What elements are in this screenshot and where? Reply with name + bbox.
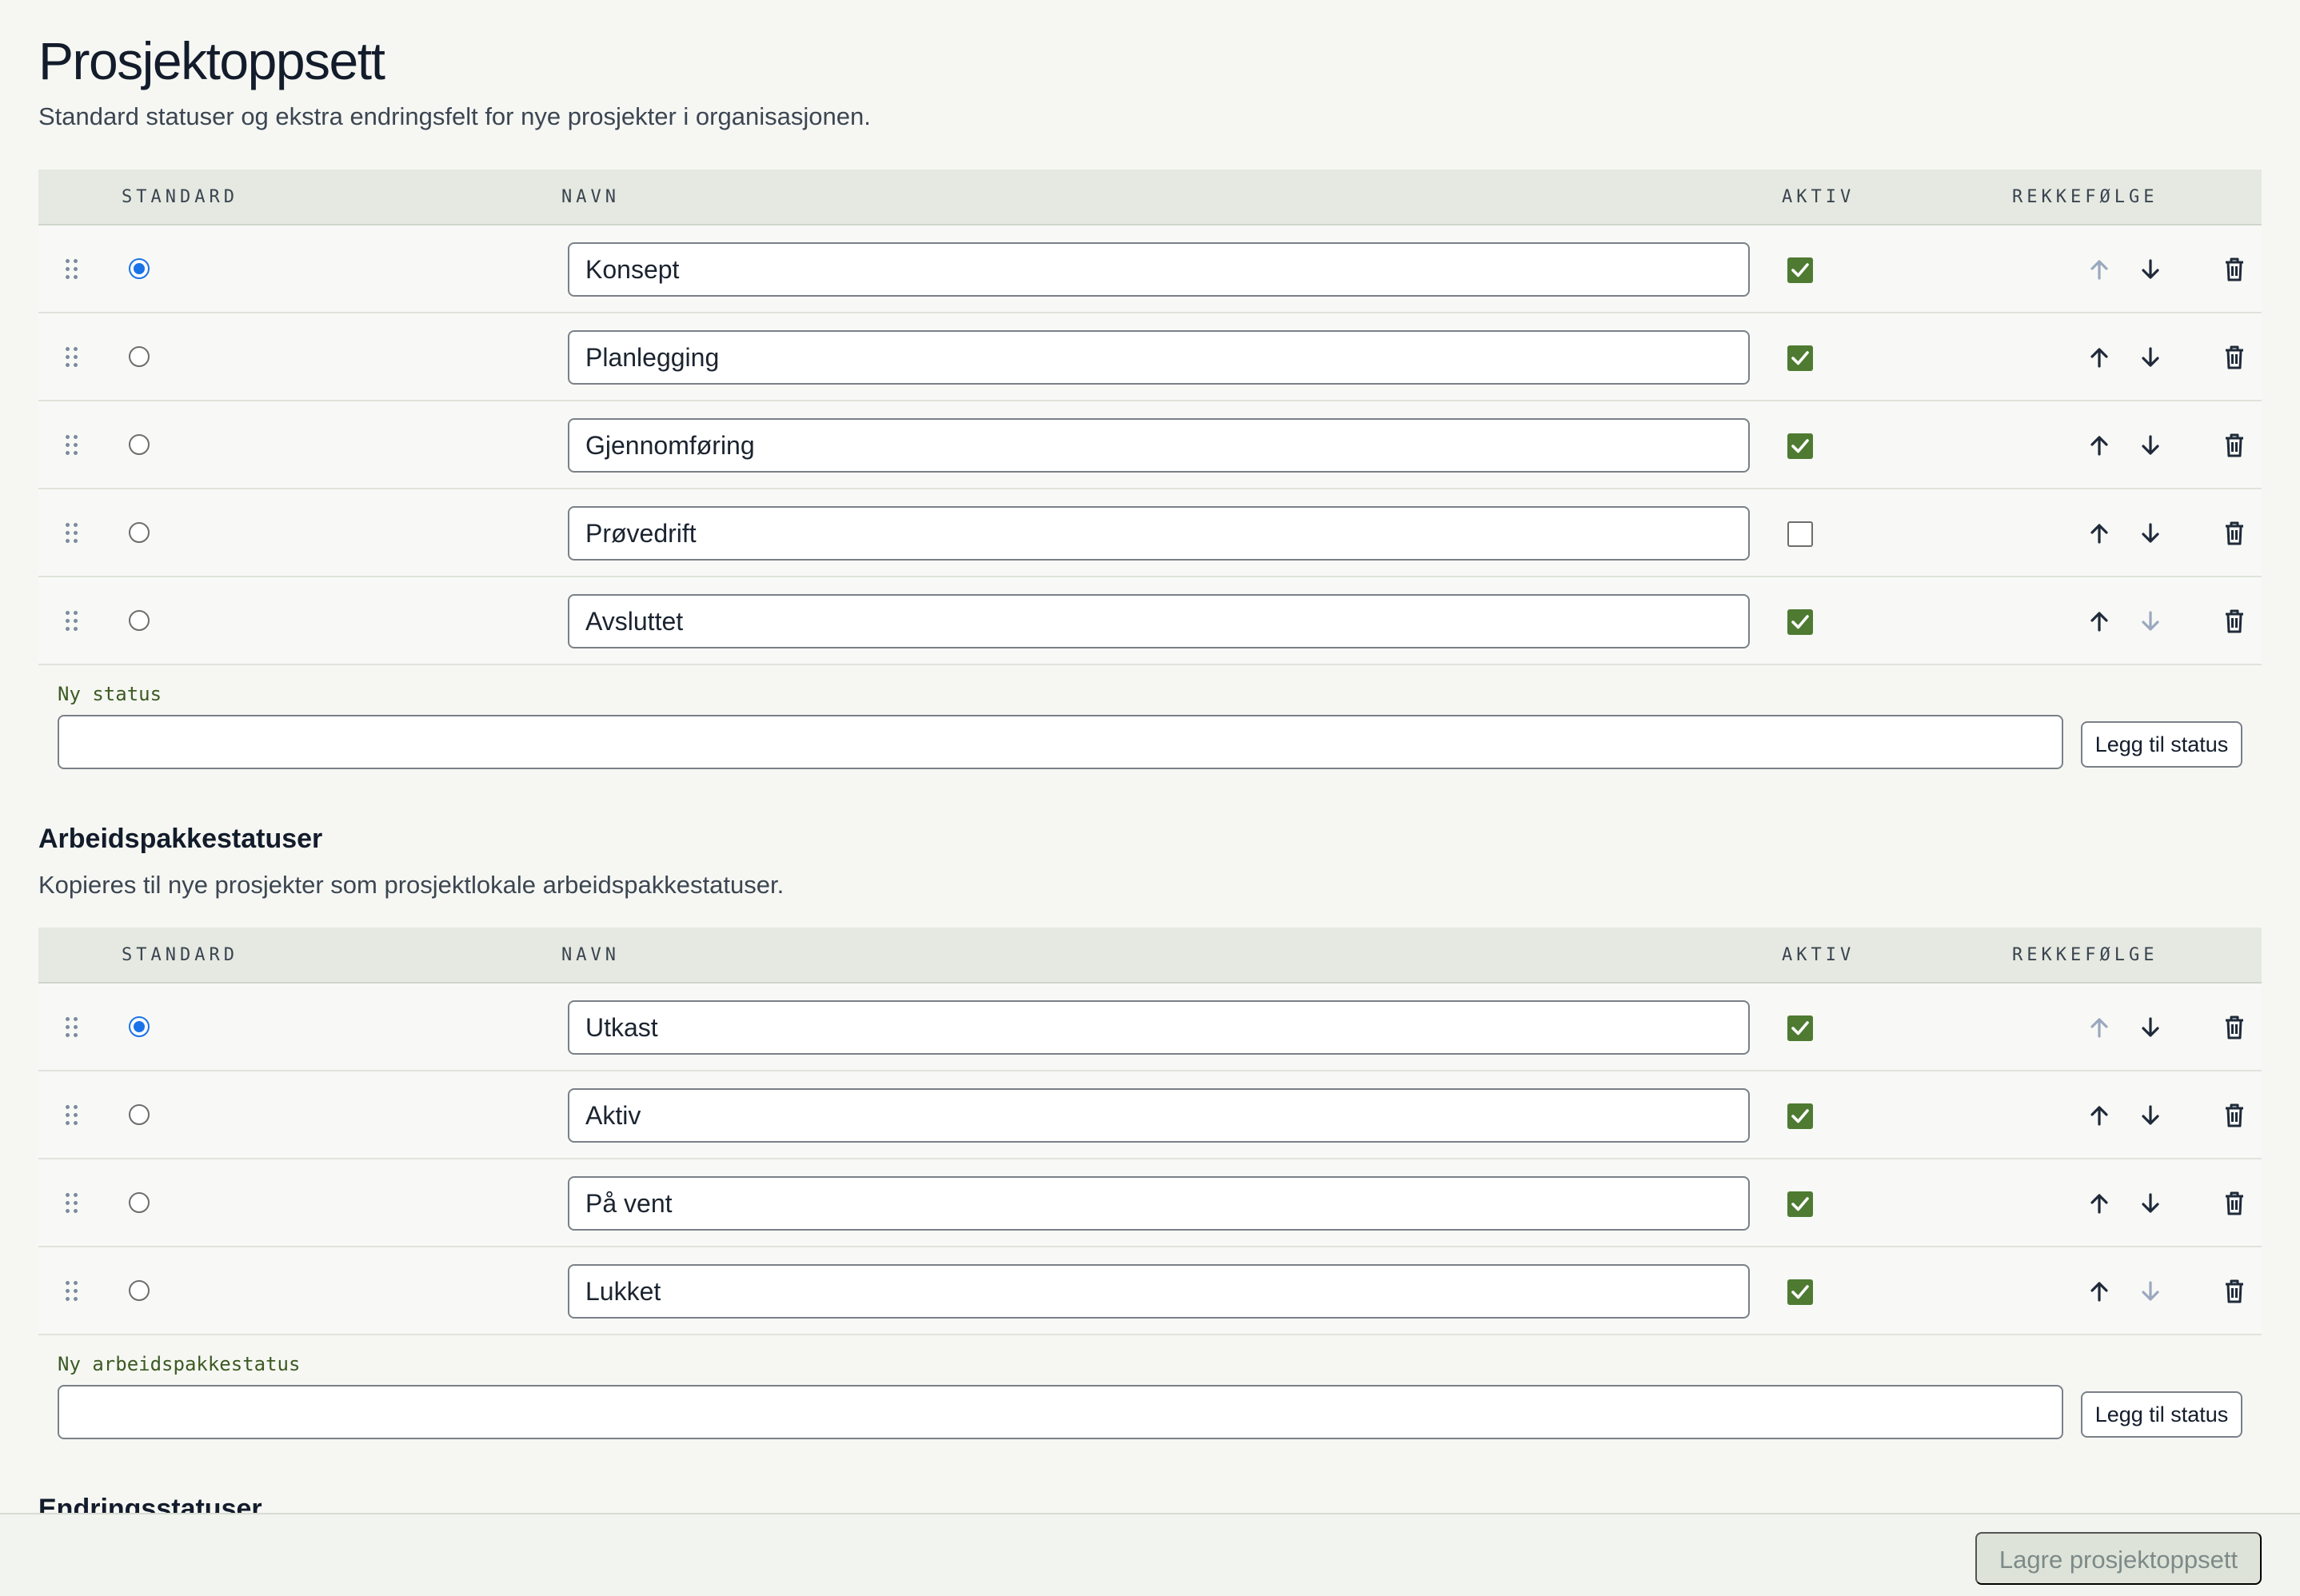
delete-trash-icon[interactable] <box>2219 342 2250 373</box>
drag-handle-icon[interactable] <box>66 435 78 456</box>
move-down-arrow-icon[interactable] <box>2135 1100 2166 1131</box>
new-work-package-status-label: Ny arbeidspakkestatus <box>58 1353 301 1375</box>
new-status-label: Ny status <box>58 683 162 705</box>
table-row <box>38 984 2262 1071</box>
drag-handle-icon[interactable] <box>66 259 78 280</box>
column-header-navn: NAVN <box>561 187 620 207</box>
delete-trash-icon[interactable] <box>2219 518 2250 549</box>
move-up-arrow-icon[interactable] <box>2084 606 2114 636</box>
active-checkbox[interactable] <box>1787 521 1813 547</box>
add-status-button[interactable]: Legg til status <box>2081 721 2242 768</box>
status-name-input[interactable] <box>568 1264 1750 1319</box>
move-down-arrow-icon[interactable] <box>2135 1188 2166 1219</box>
column-header-standard: STANDARD <box>122 945 238 965</box>
work-package-status-table: STANDARD NAVN AKTIV REKKEFØLGE <box>38 928 2262 1335</box>
active-checkbox[interactable] <box>1787 1103 1813 1129</box>
table-row <box>38 225 2262 313</box>
page-title: Prosjektoppsett <box>38 31 385 90</box>
save-project-setup-button[interactable]: Lagre prosjektoppsett <box>1975 1532 2262 1585</box>
column-header-navn: NAVN <box>561 945 620 965</box>
delete-trash-icon[interactable] <box>2219 1188 2250 1219</box>
page-subtitle: Standard statuser og ekstra endringsfelt… <box>38 102 871 130</box>
footer-bar: Lagre prosjektoppsett <box>0 1513 2300 1596</box>
active-checkbox[interactable] <box>1787 1191 1813 1217</box>
drag-handle-icon[interactable] <box>66 347 78 368</box>
column-header-rekkefolge: REKKEFØLGE <box>2012 187 2158 207</box>
move-down-arrow-icon[interactable] <box>2135 254 2166 285</box>
status-name-input[interactable] <box>568 242 1750 297</box>
delete-trash-icon[interactable] <box>2219 254 2250 285</box>
status-name-input[interactable] <box>568 506 1750 561</box>
add-work-package-status-button[interactable]: Legg til status <box>2081 1391 2242 1438</box>
project-status-table: STANDARD NAVN AKTIV REKKEFØLGE <box>38 170 2262 665</box>
move-up-arrow-icon[interactable] <box>2084 1100 2114 1131</box>
active-checkbox[interactable] <box>1787 609 1813 635</box>
move-down-arrow-icon[interactable] <box>2135 606 2166 636</box>
table-row <box>38 1159 2262 1247</box>
new-status-input[interactable] <box>58 715 2063 769</box>
active-checkbox[interactable] <box>1787 433 1813 459</box>
default-radio[interactable] <box>129 346 150 367</box>
table-row <box>38 401 2262 489</box>
drag-handle-icon[interactable] <box>66 1281 78 1302</box>
move-down-arrow-icon[interactable] <box>2135 518 2166 549</box>
delete-trash-icon[interactable] <box>2219 1100 2250 1131</box>
move-up-arrow-icon[interactable] <box>2084 518 2114 549</box>
move-down-arrow-icon[interactable] <box>2135 1276 2166 1307</box>
move-down-arrow-icon[interactable] <box>2135 1012 2166 1043</box>
default-radio[interactable] <box>129 1192 150 1213</box>
delete-trash-icon[interactable] <box>2219 430 2250 461</box>
delete-trash-icon[interactable] <box>2219 1012 2250 1043</box>
drag-handle-icon[interactable] <box>66 523 78 544</box>
move-up-arrow-icon[interactable] <box>2084 1276 2114 1307</box>
default-radio[interactable] <box>129 522 150 543</box>
move-up-arrow-icon[interactable] <box>2084 342 2114 373</box>
work-package-status-rows <box>38 984 2262 1335</box>
move-down-arrow-icon[interactable] <box>2135 342 2166 373</box>
active-checkbox[interactable] <box>1787 345 1813 371</box>
drag-handle-icon[interactable] <box>66 1105 78 1126</box>
status-name-input[interactable] <box>568 330 1750 385</box>
drag-handle-icon[interactable] <box>66 1017 78 1038</box>
active-checkbox[interactable] <box>1787 1015 1813 1041</box>
status-name-input[interactable] <box>568 1176 1750 1231</box>
active-checkbox[interactable] <box>1787 1279 1813 1305</box>
table-row <box>38 577 2262 665</box>
default-radio[interactable] <box>129 610 150 631</box>
project-status-rows <box>38 225 2262 665</box>
column-header-aktiv: AKTIV <box>1782 187 1855 207</box>
move-up-arrow-icon[interactable] <box>2084 1188 2114 1219</box>
default-radio[interactable] <box>129 1016 150 1037</box>
table-row <box>38 1247 2262 1335</box>
column-header-standard: STANDARD <box>122 187 238 207</box>
move-up-arrow-icon[interactable] <box>2084 1012 2114 1043</box>
table-row <box>38 313 2262 401</box>
active-checkbox[interactable] <box>1787 257 1813 283</box>
status-name-input[interactable] <box>568 1088 1750 1143</box>
table-header: STANDARD NAVN AKTIV REKKEFØLGE <box>38 928 2262 984</box>
default-radio[interactable] <box>129 1104 150 1125</box>
drag-handle-icon[interactable] <box>66 1193 78 1214</box>
status-name-input[interactable] <box>568 1000 1750 1055</box>
default-radio[interactable] <box>129 1280 150 1301</box>
delete-trash-icon[interactable] <box>2219 1276 2250 1307</box>
work-package-section-subtitle: Kopieres til nye prosjekter som prosjekt… <box>38 871 785 899</box>
drag-handle-icon[interactable] <box>66 611 78 632</box>
move-up-arrow-icon[interactable] <box>2084 254 2114 285</box>
table-row <box>38 1071 2262 1159</box>
new-work-package-status-input[interactable] <box>58 1385 2063 1439</box>
move-down-arrow-icon[interactable] <box>2135 430 2166 461</box>
table-row <box>38 489 2262 577</box>
column-header-aktiv: AKTIV <box>1782 945 1855 965</box>
column-header-rekkefolge: REKKEFØLGE <box>2012 945 2158 965</box>
status-name-input[interactable] <box>568 418 1750 473</box>
work-package-section-title: Arbeidspakkestatuser <box>38 824 323 854</box>
table-header: STANDARD NAVN AKTIV REKKEFØLGE <box>38 170 2262 225</box>
delete-trash-icon[interactable] <box>2219 606 2250 636</box>
status-name-input[interactable] <box>568 594 1750 648</box>
move-up-arrow-icon[interactable] <box>2084 430 2114 461</box>
default-radio[interactable] <box>129 434 150 455</box>
default-radio[interactable] <box>129 258 150 279</box>
